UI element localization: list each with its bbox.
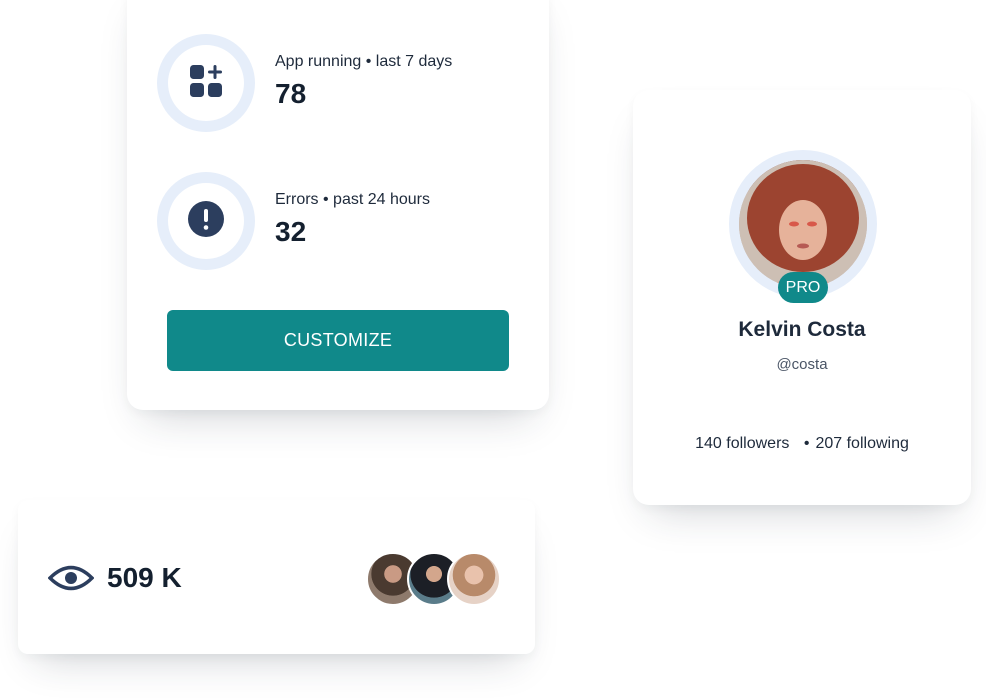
viewer-avatar-3[interactable]: [447, 552, 501, 606]
profile-card: PRO Kelvin Costa @costa 140 followers • 2…: [633, 90, 971, 505]
errors-stat-icon-ring: [157, 172, 255, 270]
stats-card: App running • last 7 days 78 Errors • pa…: [127, 0, 549, 410]
avatar[interactable]: [739, 160, 867, 288]
views-count: 509 K: [107, 562, 182, 593]
customize-button[interactable]: CUSTOMIZE: [167, 310, 509, 371]
apps-add-icon: [189, 64, 223, 103]
views-card: 509 K: [18, 500, 535, 654]
profile-handle[interactable]: @costa: [633, 356, 971, 373]
errors-stat-label: Errors • past 24 hours: [275, 191, 430, 208]
profile-name: Kelvin Costa: [738, 318, 866, 341]
follow-separator: •: [803, 435, 810, 452]
error-alert-icon: [188, 200, 224, 242]
apps-stat-icon-ring: [157, 34, 255, 132]
pro-badge: PRO: [778, 272, 828, 303]
following-count[interactable]: 207 following: [815, 435, 908, 452]
follow-stats: 140 followers • 207 following: [633, 435, 971, 453]
eye-icon: [47, 563, 95, 598]
apps-stat-label: App running • last 7 days: [275, 53, 453, 70]
apps-stat-value: 78: [275, 78, 307, 109]
followers-count[interactable]: 140 followers: [695, 435, 789, 452]
errors-stat-value: 32: [275, 216, 307, 247]
